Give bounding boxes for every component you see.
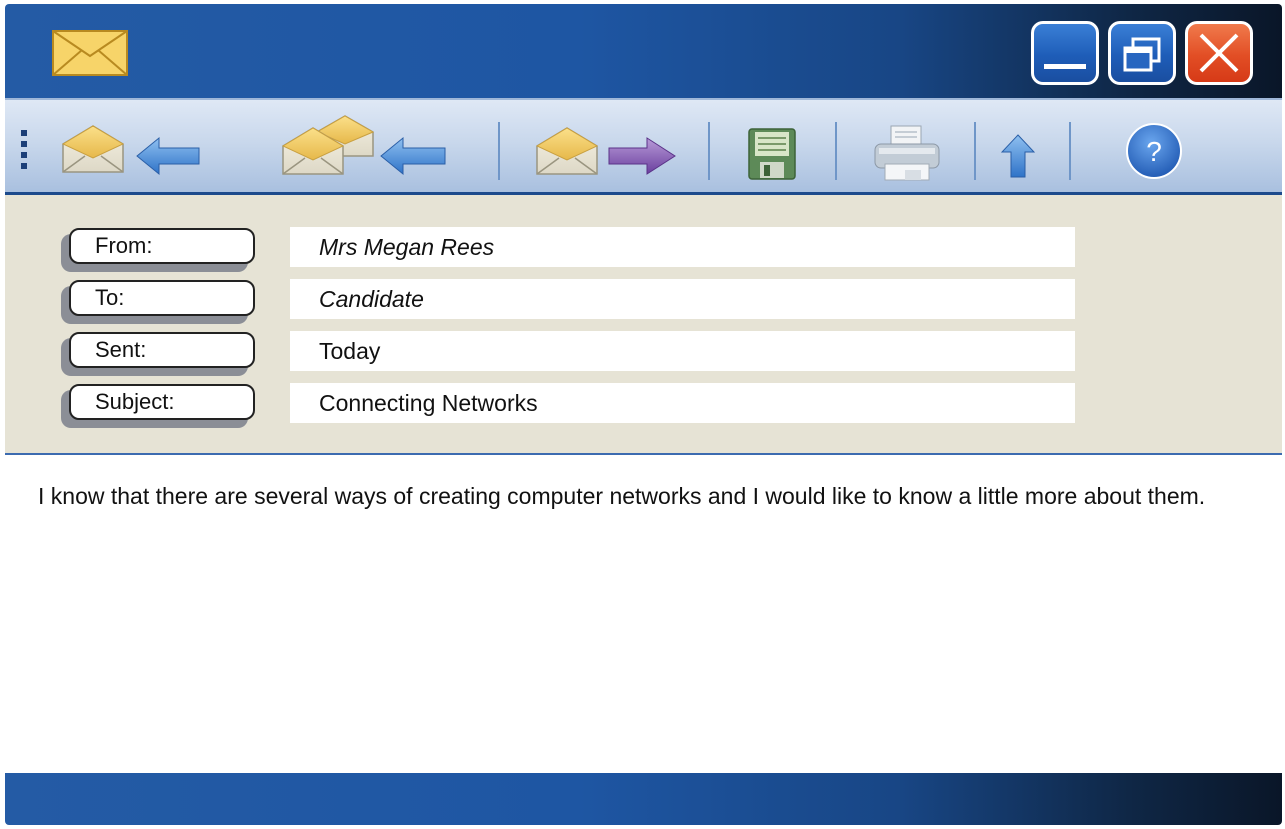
close-icon bbox=[1199, 33, 1239, 73]
printer-icon bbox=[874, 125, 940, 181]
minimize-icon bbox=[1044, 64, 1086, 69]
toolbar: ? bbox=[5, 98, 1282, 195]
forward-button[interactable] bbox=[535, 124, 680, 180]
reply-all-envelopes-icon bbox=[281, 115, 446, 176]
restore-window-icon bbox=[1123, 37, 1161, 72]
close-button[interactable] bbox=[1185, 21, 1253, 85]
envelope-icon bbox=[52, 30, 128, 76]
from-label: From: bbox=[69, 228, 255, 264]
minimize-button[interactable] bbox=[1031, 21, 1099, 85]
message-text: I know that there are several ways of cr… bbox=[38, 483, 1206, 509]
save-button[interactable] bbox=[748, 128, 796, 180]
help-label: ? bbox=[1146, 136, 1162, 167]
message-body[interactable]: I know that there are several ways of cr… bbox=[5, 455, 1282, 773]
toolbar-separator bbox=[708, 122, 710, 180]
from-row: From: Mrs Megan Rees bbox=[5, 227, 1282, 272]
toolbar-separator bbox=[835, 122, 837, 180]
help-button[interactable]: ? bbox=[1125, 122, 1183, 180]
sent-row: Sent: Today bbox=[5, 331, 1282, 376]
up-button[interactable] bbox=[1000, 134, 1036, 178]
reply-envelope-icon bbox=[61, 125, 200, 176]
print-button[interactable] bbox=[871, 124, 943, 182]
toolbar-separator bbox=[974, 122, 976, 180]
toolbar-grip-icon[interactable] bbox=[21, 130, 29, 170]
subject-field[interactable]: Connecting Networks bbox=[290, 383, 1075, 423]
subject-label: Subject: bbox=[69, 384, 255, 420]
from-field[interactable]: Mrs Megan Rees bbox=[290, 227, 1075, 267]
reply-button[interactable] bbox=[61, 122, 205, 178]
sent-field[interactable]: Today bbox=[290, 331, 1075, 371]
message-header: From: Mrs Megan Rees To: Candidate Sent:… bbox=[5, 195, 1282, 455]
help-icon: ? bbox=[1126, 123, 1182, 179]
restore-button[interactable] bbox=[1108, 21, 1176, 85]
to-label: To: bbox=[69, 280, 255, 316]
subject-row: Subject: Connecting Networks bbox=[5, 383, 1282, 428]
up-arrow-icon bbox=[1000, 134, 1036, 178]
email-window: ? From: Mrs Megan Rees To: Candidate Sen… bbox=[5, 4, 1282, 825]
to-row: To: Candidate bbox=[5, 279, 1282, 324]
status-bar bbox=[5, 773, 1282, 825]
toolbar-separator bbox=[498, 122, 500, 180]
title-bar bbox=[5, 4, 1282, 96]
sent-label: Sent: bbox=[69, 332, 255, 368]
reply-all-button[interactable] bbox=[281, 114, 451, 180]
to-field[interactable]: Candidate bbox=[290, 279, 1075, 319]
toolbar-separator bbox=[1069, 122, 1071, 180]
forward-envelope-icon bbox=[535, 127, 676, 175]
floppy-disk-icon bbox=[748, 128, 796, 180]
